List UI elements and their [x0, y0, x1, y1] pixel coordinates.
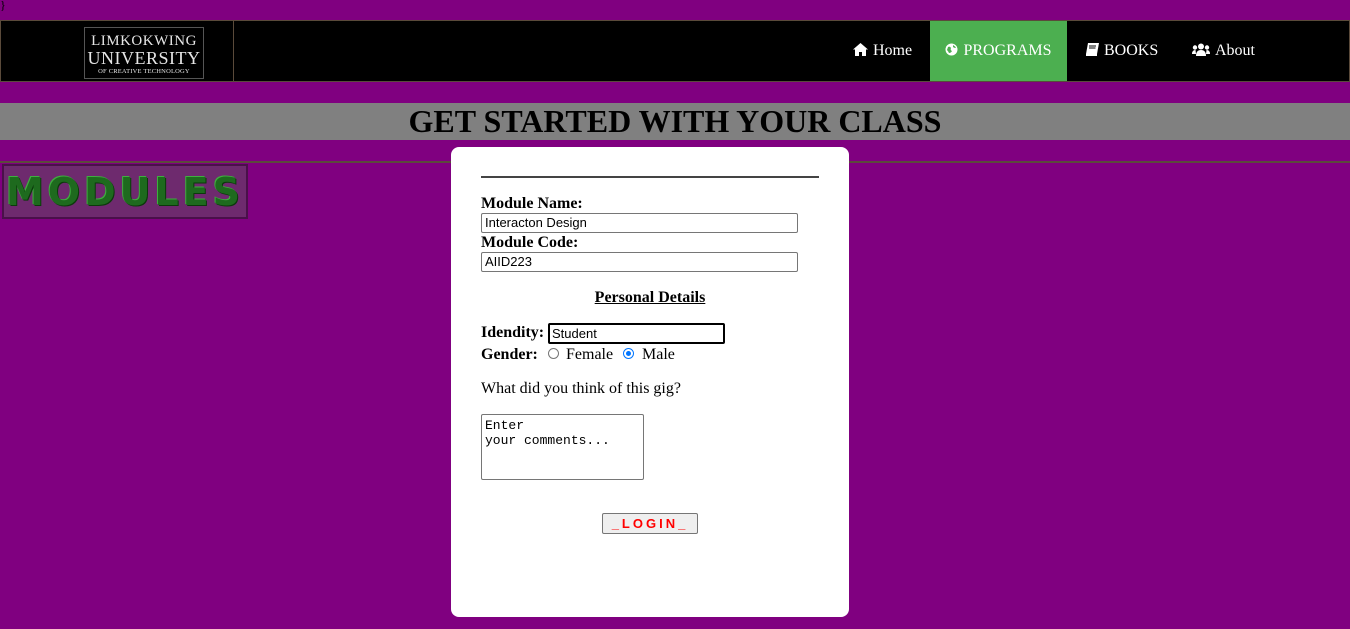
- book-icon: [1086, 22, 1099, 82]
- form-top-divider: [481, 176, 819, 178]
- users-icon: [1192, 22, 1210, 82]
- identity-input[interactable]: Student: [548, 323, 725, 344]
- module-name-label: Module Name:: [481, 195, 583, 212]
- modules-banner-image: MODULES: [2, 164, 248, 219]
- module-code-label: Module Code:: [481, 234, 579, 251]
- comments-textarea[interactable]: Enter your comments...: [481, 414, 644, 480]
- logo-line-2: UNIVERSITY: [87, 48, 201, 68]
- page-title: GET STARTED WITH YOUR CLASS: [408, 103, 942, 139]
- logo-line-1: LIMKOKWING: [91, 33, 197, 49]
- globe-icon: [945, 22, 958, 82]
- nav-about-link[interactable]: About: [1192, 21, 1255, 81]
- feedback-question: What did you think of this gig?: [481, 380, 681, 397]
- nav-home-label: Home: [873, 42, 913, 59]
- gender-female-radio[interactable]: [548, 348, 559, 359]
- nav-home-link[interactable]: Home: [853, 21, 912, 81]
- gender-female-label: Female: [566, 346, 614, 363]
- logo-container: LIMKOKWING UNIVERSITY OF CREATIVE TECHNO…: [2, 21, 234, 81]
- top-navbar: LIMKOKWING UNIVERSITY OF CREATIVE TECHNO…: [0, 20, 1350, 82]
- nav-programs-link[interactable]: PROGRAMS: [930, 21, 1067, 81]
- university-logo[interactable]: LIMKOKWING UNIVERSITY OF CREATIVE TECHNO…: [84, 27, 204, 79]
- gender-male-radio[interactable]: [623, 348, 634, 359]
- nav-programs-label: PROGRAMS: [963, 42, 1052, 59]
- nav-books-label: BOOKS: [1104, 42, 1159, 59]
- login-button[interactable]: _LOGIN_: [602, 513, 698, 534]
- gender-male-label: Male: [642, 346, 675, 363]
- module-name-input[interactable]: Interacton Design: [481, 213, 798, 233]
- home-icon: [853, 22, 868, 82]
- identity-label: Idendity:: [481, 324, 545, 341]
- page-banner: GET STARTED WITH YOUR CLASS: [0, 103, 1350, 140]
- personal-details-heading: Personal Details: [594, 289, 706, 306]
- gender-label: Gender:: [481, 346, 538, 363]
- module-code-input[interactable]: AIID223: [481, 252, 798, 272]
- class-form-card: Module Name: Interacton Design Module Co…: [451, 147, 849, 617]
- stray-brace-text: }: [0, 0, 6, 12]
- nav-books-link[interactable]: BOOKS: [1086, 21, 1158, 81]
- nav-about-label: About: [1215, 42, 1255, 59]
- logo-line-3: OF CREATIVE TECHNOLOGY: [98, 68, 190, 75]
